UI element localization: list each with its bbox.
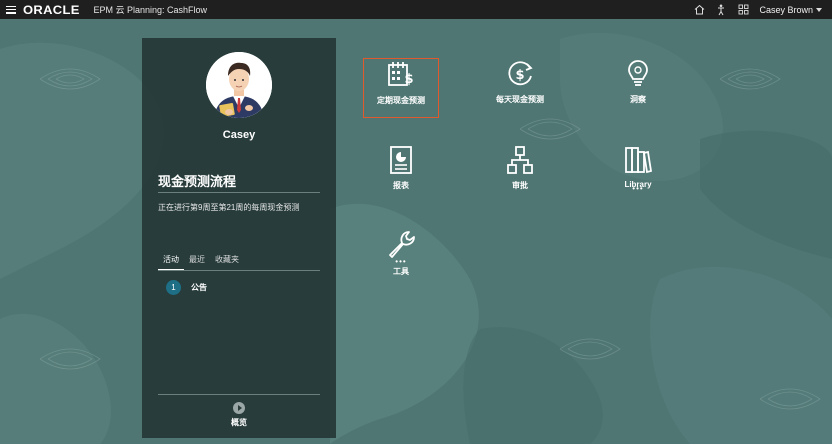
lightbulb-icon: [622, 58, 654, 90]
tab-activity[interactable]: 活动: [158, 254, 184, 271]
tabs-divider: [158, 270, 320, 271]
svg-text:$: $: [404, 72, 413, 87]
approval-hierarchy-icon: [504, 144, 536, 176]
user-name-label: Casey Brown: [759, 4, 813, 15]
accessibility-icon[interactable]: [715, 4, 727, 16]
more-dots-icon: •••: [632, 184, 644, 193]
user-menu[interactable]: Casey Brown: [759, 5, 822, 15]
avatar-illustration: [206, 52, 272, 118]
svg-text:$: $: [515, 68, 524, 83]
tile-label: 每天现金预测: [496, 95, 544, 104]
library-icon: [622, 144, 654, 176]
grid-navigator-icon[interactable]: [737, 4, 749, 16]
tab-favorites[interactable]: 收藏夹: [210, 254, 244, 271]
home-icon[interactable]: [693, 4, 705, 16]
overview-label: 概览: [231, 418, 247, 427]
dollar-refresh-icon: $: [504, 58, 536, 90]
divider: [158, 192, 320, 193]
announcement-item[interactable]: 1 公告: [166, 280, 207, 295]
more-dots-icon: •••: [395, 257, 407, 266]
count-badge: 1: [166, 280, 181, 295]
tile-daily-cash-forecast[interactable]: $ 每天现金预测: [482, 58, 558, 118]
tile-approvals[interactable]: 审批: [482, 144, 558, 204]
topbar-actions: Casey Brown: [693, 0, 822, 19]
tile-insights[interactable]: 洞察: [600, 58, 676, 118]
chevron-down-icon: [816, 7, 822, 12]
tile-label: 工具: [393, 267, 409, 276]
panel-user-name: Casey: [222, 129, 256, 141]
divider: [158, 394, 320, 395]
calendar-dollar-icon: $: [385, 59, 417, 91]
report-icon: [385, 144, 417, 176]
top-bar: ORACLE EPM 云 Planning: CashFlow Casey Br…: [0, 0, 832, 19]
panel-tabs: 活动 最近 收藏夹: [158, 254, 244, 271]
avatar: [206, 52, 272, 118]
tile-label: 审批: [512, 181, 528, 190]
tile-tools[interactable]: ••• 工具: [363, 228, 439, 288]
tile-label: 定期现金预测: [377, 96, 425, 105]
announcement-label: 公告: [191, 283, 207, 292]
app-title: EPM 云 Planning: CashFlow: [93, 5, 208, 15]
flow-description: 正在进行第9周至第21周的每周现金预测: [158, 203, 300, 212]
welcome-panel: Casey 现金预测流程 正在进行第9周至第21周的每周现金预测 活动 最近 收…: [142, 38, 336, 438]
tile-label: 报表: [393, 181, 409, 190]
wrench-icon: [385, 228, 417, 260]
oracle-logo: ORACLE: [23, 2, 80, 17]
tile-reports[interactable]: 报表: [363, 144, 439, 204]
tile-periodic-cash-forecast[interactable]: $ 定期现金预测: [363, 58, 439, 118]
tile-library[interactable]: Library •••: [600, 144, 676, 204]
tab-recent[interactable]: 最近: [184, 254, 210, 271]
play-icon: [233, 402, 245, 414]
overview-button[interactable]: 概览: [142, 402, 336, 428]
hamburger-menu-icon[interactable]: [6, 5, 16, 14]
flow-title: 现金预测流程: [158, 174, 237, 189]
tile-label: 洞察: [630, 95, 646, 104]
